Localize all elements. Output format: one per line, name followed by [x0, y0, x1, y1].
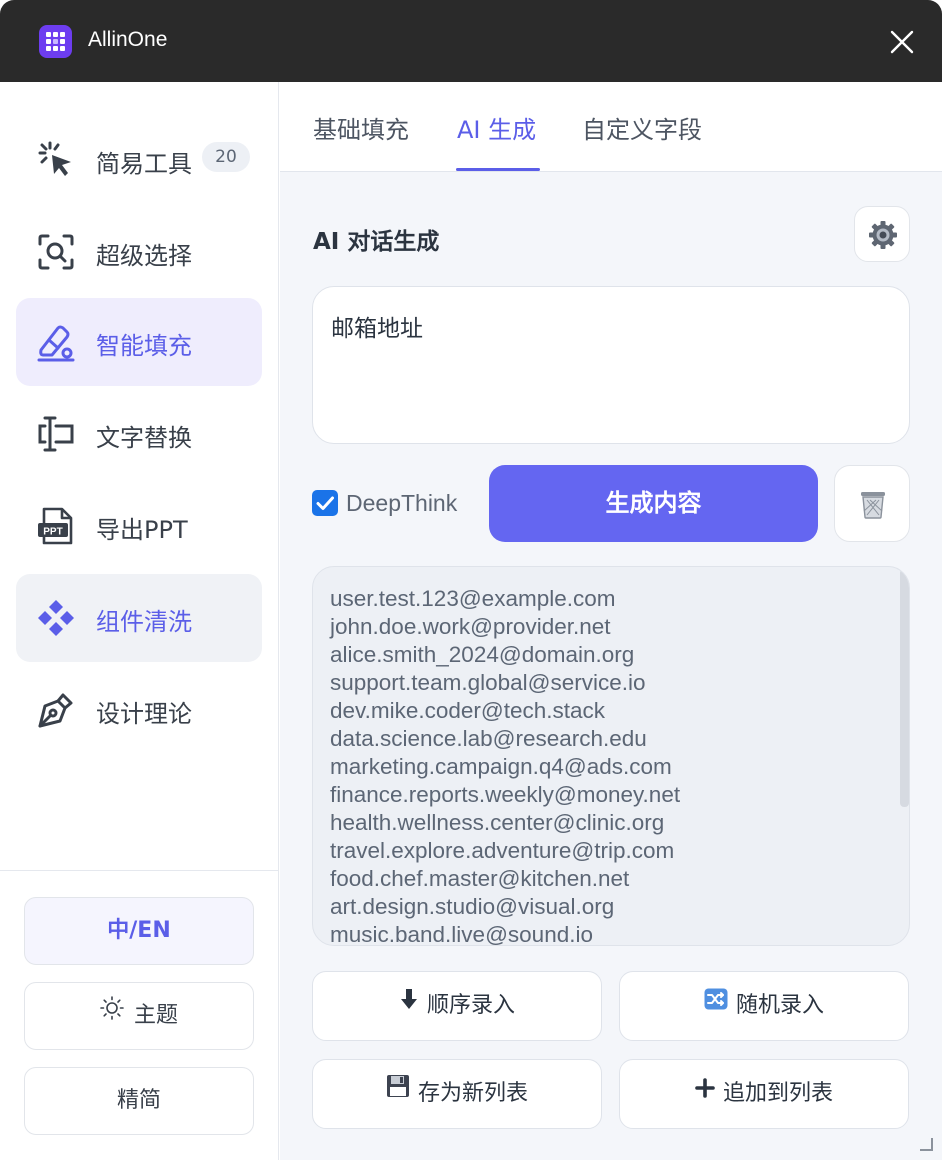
active-tab-indicator	[456, 168, 540, 171]
close-icon	[890, 30, 914, 54]
output-line: travel.explore.adventure@trip.com	[330, 838, 675, 863]
sidebar-item-super-select[interactable]: 超级选择	[16, 208, 262, 296]
sidebar-item-label: 设计理论	[96, 700, 192, 728]
output-line: finance.reports.weekly@money.net	[330, 782, 681, 807]
app-title: AllinOne	[88, 28, 168, 51]
sidebar-item-design-theory[interactable]: 设计理论	[16, 666, 262, 754]
count-badge: 20	[202, 142, 250, 172]
output-line: alice.smith_2024@domain.org	[330, 642, 635, 667]
deepthink-checkbox[interactable]	[312, 490, 338, 516]
sidebar-item-label: 导出PPT	[96, 516, 188, 544]
sidebar-item-component-clean[interactable]: 组件清洗	[16, 574, 262, 662]
sequential-entry-button[interactable]: 顺序录入	[312, 971, 602, 1041]
shuffle-icon	[704, 970, 728, 1038]
sidebar-item-text-replace[interactable]: 文字替换	[16, 390, 262, 478]
close-button[interactable]	[886, 26, 918, 58]
deepthink-label[interactable]: DeepThink	[346, 490, 457, 517]
output-line: john.doe.work@provider.net	[330, 614, 611, 639]
sun-icon	[100, 981, 124, 1047]
floppy-disk-icon	[386, 1058, 410, 1126]
ppt-file-icon: PPT	[36, 506, 76, 546]
prompt-textarea[interactable]: 邮箱地址	[312, 286, 910, 444]
sidebar-item-label: 智能填充	[96, 332, 192, 360]
settings-button[interactable]	[854, 206, 910, 262]
resize-grip-icon[interactable]	[918, 1136, 934, 1152]
eraser-pen-icon	[36, 322, 76, 362]
sidebar-item-smart-fill[interactable]: 智能填充	[16, 298, 262, 386]
sidebar-item-label: 超级选择	[96, 242, 192, 270]
append-to-list-button[interactable]: 追加到列表	[619, 1059, 909, 1129]
language-toggle-button[interactable]: 中/EN	[24, 897, 254, 965]
scrollbar[interactable]	[898, 567, 909, 945]
arrow-down-icon	[399, 970, 419, 1038]
gear-icon	[869, 221, 897, 249]
output-line: art.design.studio@visual.org	[330, 894, 615, 919]
generate-button[interactable]: 生成内容	[489, 465, 818, 542]
save-new-list-label: 存为新列表	[417, 1081, 528, 1106]
generated-output-list[interactable]: user.test.123@example.com john.doe.work@p…	[312, 566, 910, 946]
output-line: food.chef.master@kitchen.net	[330, 866, 630, 891]
title-bar: AllinOne	[0, 0, 942, 82]
scrollbar-thumb[interactable]	[900, 569, 909, 807]
random-entry-button[interactable]: 随机录入	[619, 971, 909, 1041]
compact-mode-button[interactable]: 精简	[24, 1067, 254, 1135]
output-line: dev.mike.coder@tech.stack	[330, 698, 606, 723]
cursor-click-icon	[36, 140, 76, 180]
theme-button[interactable]: 主题	[24, 982, 254, 1050]
clear-button[interactable]	[834, 465, 910, 542]
main-panel: 基础填充 AI 生成 自定义字段 AI 对话生成 邮箱地址 DeepThink …	[280, 82, 942, 1160]
text-cursor-icon	[36, 414, 76, 454]
svg-text:PPT: PPT	[43, 527, 62, 538]
sequential-entry-label: 顺序录入	[426, 993, 515, 1018]
output-line: marketing.campaign.q4@ads.com	[330, 754, 672, 779]
output-line: user.test.123@example.com	[330, 586, 616, 611]
scan-search-icon	[36, 232, 76, 272]
sidebar-item-label: 文字替换	[96, 424, 192, 452]
save-new-list-button[interactable]: 存为新列表	[312, 1059, 602, 1129]
sidebar-item-label: 组件清洗	[96, 608, 192, 636]
output-lines: user.test.123@example.com john.doe.work@p…	[330, 585, 681, 946]
output-line: health.wellness.center@clinic.org	[330, 810, 665, 835]
sidebar-divider	[0, 870, 279, 871]
sidebar-item-export-ppt[interactable]: PPT 导出PPT	[16, 482, 262, 570]
random-entry-label: 随机录入	[735, 993, 824, 1018]
sidebar-item-simple-tools[interactable]: 简易工具 20	[16, 116, 262, 204]
tab-basic-fill[interactable]: 基础填充	[313, 110, 409, 145]
diamond-cluster-icon	[36, 598, 76, 638]
app-logo-icon	[39, 25, 72, 58]
tab-ai-generate[interactable]: AI 生成	[457, 110, 536, 145]
output-line: music.band.live@sound.io	[330, 922, 593, 946]
output-line: data.science.lab@research.edu	[330, 726, 647, 751]
tab-custom-fields[interactable]: 自定义字段	[582, 110, 702, 145]
wastebasket-icon	[861, 492, 885, 519]
checkmark-icon	[316, 496, 334, 510]
pen-nib-icon	[36, 690, 76, 730]
theme-button-label: 主题	[133, 1003, 178, 1028]
plus-icon	[695, 1058, 715, 1126]
sidebar-item-label: 简易工具	[96, 150, 192, 178]
tab-bar: 基础填充 AI 生成 自定义字段	[280, 82, 942, 172]
output-line: support.team.global@service.io	[330, 670, 646, 695]
section-title: AI 对话生成	[313, 229, 440, 255]
append-to-list-label: 追加到列表	[722, 1081, 833, 1106]
sidebar: 简易工具 20 超级选择 智能填充 文字替换 PPT 导出PPT 组件清洗 设计…	[0, 82, 279, 1160]
